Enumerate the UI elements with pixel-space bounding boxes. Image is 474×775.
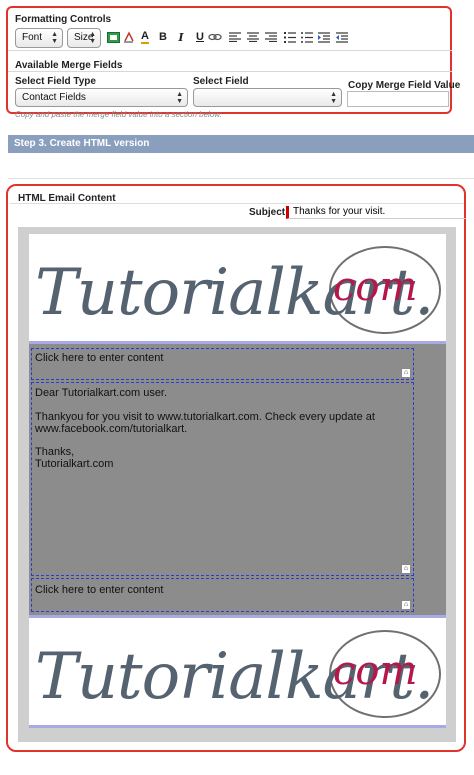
select-arrows-icon: ▲ ▼ (51, 31, 58, 45)
outdent-icon[interactable] (335, 30, 349, 44)
formatting-controls-title: Formatting Controls (15, 14, 112, 25)
text-color-glyph: A (141, 29, 149, 44)
align-right-icon[interactable] (264, 30, 278, 44)
text-color-icon[interactable]: A (138, 30, 152, 44)
select-arrows-icon: ▲ ▼ (89, 31, 96, 45)
divider (8, 178, 474, 179)
bold-glyph: B (159, 31, 167, 43)
merge-fields-title: Available Merge Fields (15, 60, 123, 71)
content-block-main[interactable]: Dear Tutorialkart.com user. Thankyou for… (31, 382, 414, 576)
image-icon[interactable] (106, 30, 120, 44)
footer-logo: Tutorialkart. com (29, 618, 446, 726)
body-line-4: www.facebook.com/tutorialkart. (35, 423, 188, 435)
lock-icon[interactable]: ⌂ (401, 564, 411, 574)
copy-merge-field-input[interactable] (347, 91, 449, 107)
font-select-value: Font (22, 32, 43, 43)
divider (10, 203, 464, 204)
align-center-icon[interactable] (246, 30, 260, 44)
link-icon[interactable] (208, 30, 222, 44)
footer-accent-line-bottom (29, 725, 446, 728)
subject-value: Thanks for your visit. (293, 206, 386, 217)
subject-input[interactable]: Thanks for your visit. (286, 206, 466, 219)
step-3-header: Step 3. Create HTML version (8, 135, 474, 153)
body-line-7: Tutorialkart.com (35, 458, 114, 470)
numbered-list-icon[interactable] (283, 30, 297, 44)
align-left-icon[interactable] (228, 30, 242, 44)
header-logo: Tutorialkart. com (29, 234, 446, 342)
content-block-bottom-text: Click here to enter content (35, 584, 164, 596)
size-select[interactable]: Size ▲ ▼ (67, 28, 101, 48)
divider (8, 71, 452, 72)
content-block-top[interactable]: Click here to enter content ⌂ (31, 348, 414, 380)
logo-dotcom: com (333, 648, 418, 694)
field-select[interactable]: ▲ ▼ (193, 88, 342, 107)
underline-glyph: U (196, 31, 204, 43)
italic-icon[interactable]: I (174, 30, 188, 44)
field-type-select[interactable]: Contact Fields ▲ ▼ (15, 88, 188, 107)
subject-label: Subject (249, 207, 286, 218)
lock-icon[interactable]: ⌂ (401, 368, 411, 378)
field-type-value: Contact Fields (22, 92, 86, 103)
field-type-label: Select Field Type (15, 76, 96, 87)
logo-dotcom: com (333, 264, 418, 310)
bold-icon[interactable]: B (156, 30, 170, 44)
copy-merge-label: Copy Merge Field Value (348, 80, 461, 91)
bullet-list-icon[interactable] (300, 30, 314, 44)
lock-icon[interactable]: ⌂ (401, 600, 411, 610)
underline-icon[interactable]: U (193, 30, 207, 44)
content-block-top-text: Click here to enter content (35, 352, 164, 364)
divider (8, 50, 452, 51)
italic-glyph: I (178, 30, 184, 44)
merge-hint: Copy and paste the merge field value int… (15, 110, 222, 119)
select-arrows-icon: ▲ ▼ (330, 91, 337, 105)
highlight-icon[interactable] (121, 30, 135, 44)
indent-icon[interactable] (317, 30, 331, 44)
body-line-1: Dear Tutorialkart.com user. (35, 387, 168, 399)
font-select[interactable]: Font ▲ ▼ (15, 28, 63, 48)
select-arrows-icon: ▲ ▼ (176, 91, 183, 105)
field-label: Select Field (193, 76, 249, 87)
content-block-bottom[interactable]: Click here to enter content ⌂ (31, 578, 414, 612)
